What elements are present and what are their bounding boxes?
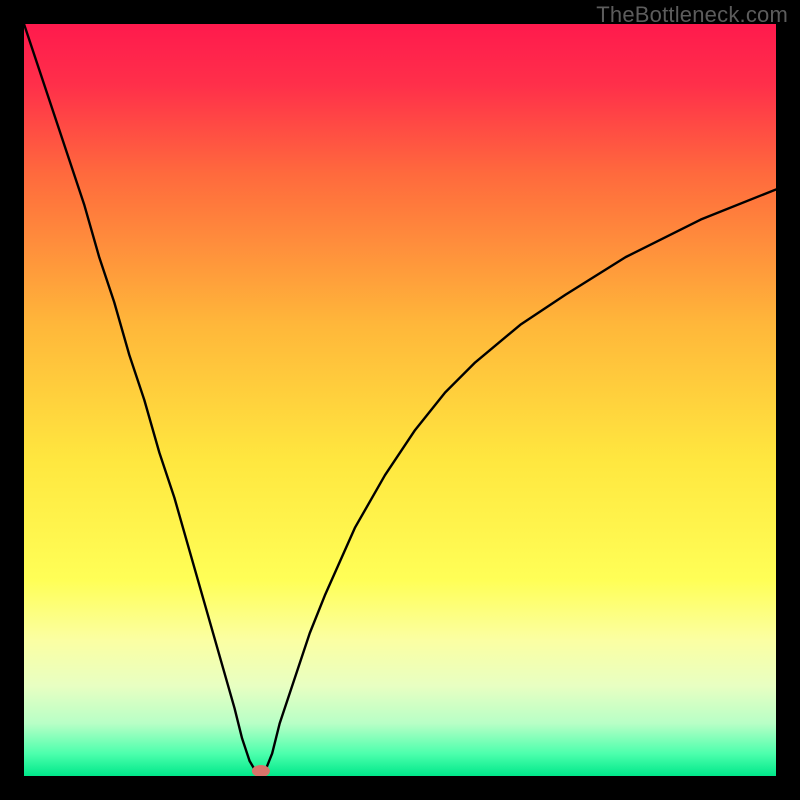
chart-frame: TheBottleneck.com: [0, 0, 800, 800]
bottleneck-chart: [24, 24, 776, 776]
gradient-background: [24, 24, 776, 776]
